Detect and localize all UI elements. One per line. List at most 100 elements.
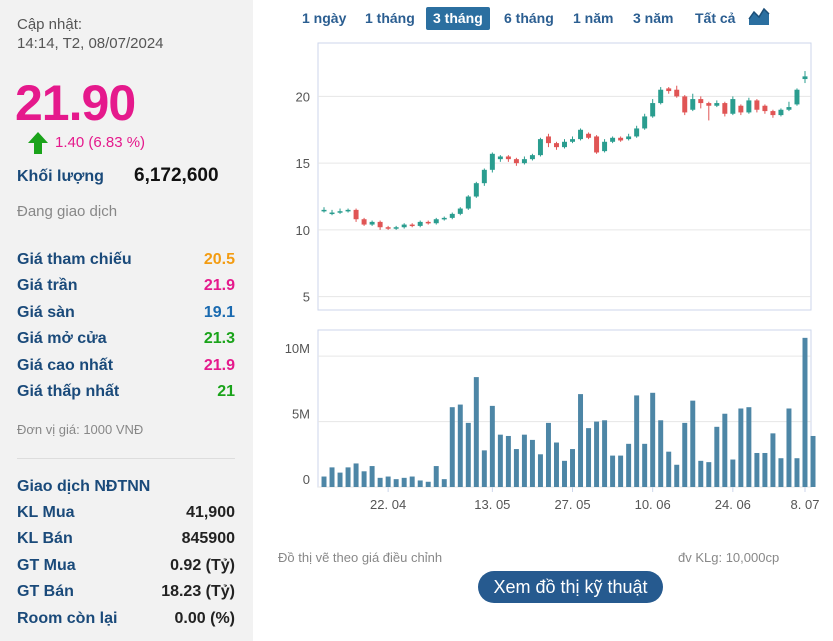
candle-body — [650, 103, 656, 117]
volume-bar — [570, 449, 576, 487]
foreign-row-value: 0.92 (Tỷ) — [170, 557, 235, 574]
price-row-label: Giá sàn — [17, 304, 75, 321]
price-plot-frame — [317, 42, 812, 311]
volume-bar — [457, 404, 463, 487]
price-row-label: Giá tham chiếu — [17, 251, 132, 268]
volume-bar — [698, 460, 704, 487]
price-change: 1.40 (6.83 %) — [55, 134, 146, 151]
volume-bar — [762, 452, 768, 487]
price-row-label: Giá mở cửa — [17, 330, 107, 347]
volume-bar — [746, 407, 752, 487]
price-row-floor: Giá sàn 19.1 — [17, 304, 235, 326]
volume-bar — [473, 377, 479, 487]
candle-body — [770, 111, 776, 116]
candle-body — [722, 103, 728, 114]
volume-bar — [714, 426, 720, 487]
volume-bar — [618, 455, 624, 487]
volume-tick-label: 10M — [285, 341, 310, 356]
price-row-value: 21.9 — [203, 357, 235, 374]
candle-body — [417, 221, 423, 226]
x-tick-label: 22. 04 — [370, 497, 406, 512]
volume-bar — [345, 467, 351, 487]
volume-bar — [449, 407, 455, 487]
candle-body — [802, 76, 808, 80]
volume-bar — [610, 455, 616, 487]
candle-body — [361, 219, 367, 225]
foreign-trading-title: Giao dịch NĐTNN — [17, 478, 151, 495]
price-row-ceiling: Giá trần 21.9 — [17, 277, 235, 299]
candle-body — [762, 105, 768, 112]
candle-body — [537, 139, 543, 156]
candle-body — [634, 128, 640, 137]
candle-body — [393, 227, 399, 229]
volume-bar — [321, 476, 327, 487]
volume-bar — [393, 479, 399, 487]
volume-bar — [409, 476, 415, 487]
price-tick-label: 5 — [303, 290, 310, 305]
volume-bar — [481, 450, 487, 487]
candle-body — [682, 96, 688, 113]
price-row-low: Giá thấp nhất 21 — [17, 383, 235, 405]
stock-summary-panel: Cập nhật: 14:14, T2, 08/07/2024 21.90 1.… — [0, 0, 253, 641]
volume-bar — [602, 420, 608, 487]
candle-body — [353, 209, 359, 220]
candle-body — [794, 89, 800, 105]
volume-bar — [329, 467, 335, 487]
candle-body — [642, 116, 648, 129]
candle-body — [786, 107, 792, 110]
volume-bar — [529, 439, 535, 487]
price-row-open: Giá mở cửa 21.3 — [17, 330, 235, 352]
candle-body — [626, 136, 632, 140]
volume-bar — [730, 459, 736, 487]
candle-body — [489, 153, 495, 170]
volume-bar — [513, 449, 519, 487]
volume-bar — [706, 462, 712, 487]
foreign-row-value: 18.23 (Tỷ) — [161, 583, 235, 600]
volume-bar — [642, 443, 648, 487]
foreign-row-label: KL Mua — [17, 504, 75, 521]
candle-body — [698, 99, 704, 104]
volume-bar — [666, 451, 672, 487]
price-tick-label: 10 — [296, 223, 310, 238]
candle-body — [714, 103, 720, 106]
volume-bar — [802, 337, 808, 487]
volume-unit-note: đv KLg: 10,000cp — [678, 550, 780, 565]
volume-bar — [521, 434, 527, 487]
volume-bar — [738, 408, 744, 487]
foreign-row-buy-value: GT Mua 0.92 (Tỷ) — [17, 557, 235, 579]
candle-body — [618, 137, 624, 141]
volume-bar — [690, 400, 696, 487]
x-tick-label: 13. 05 — [474, 497, 510, 512]
date-x-axis: 22. 04 13. 05 27. 05 10. 06 24. 06 8. 07 — [370, 487, 819, 512]
volume-bar — [337, 472, 343, 487]
volume-bar — [722, 413, 728, 487]
candle-body — [449, 213, 455, 218]
candle-body — [666, 88, 672, 92]
foreign-row-buy-volume: KL Mua 41,900 — [17, 504, 235, 526]
candle-body — [481, 169, 487, 184]
volume-bar — [658, 420, 664, 487]
candle-body — [578, 129, 584, 140]
technical-chart-button[interactable]: Xem đồ thị kỹ thuật — [478, 571, 663, 603]
volume-bar — [433, 466, 439, 487]
foreign-row-sell-value: GT Bán 18.23 (Tỷ) — [17, 583, 235, 605]
price-tick-label: 15 — [296, 156, 310, 171]
adjusted-price-note: Đồ thị vẽ theo giá điều chỉnh — [278, 550, 443, 565]
candle-body — [337, 211, 343, 213]
volume-bar — [465, 422, 471, 487]
candle-body — [754, 100, 760, 110]
candle-body — [602, 141, 608, 152]
candle-body — [441, 217, 447, 220]
foreign-row-label: GT Mua — [17, 557, 76, 574]
up-arrow-icon — [28, 132, 48, 154]
volume-bar — [634, 395, 640, 487]
price-row-label: Giá cao nhất — [17, 357, 114, 374]
volume-bar — [794, 458, 800, 487]
candle-body — [706, 103, 712, 106]
volume-bar — [401, 477, 407, 487]
price-row-reference: Giá tham chiếu 20.5 — [17, 251, 235, 273]
candle-body — [674, 89, 680, 97]
candle-body — [513, 159, 519, 164]
candle-body — [377, 221, 383, 228]
current-price: 21.90 — [15, 75, 136, 131]
